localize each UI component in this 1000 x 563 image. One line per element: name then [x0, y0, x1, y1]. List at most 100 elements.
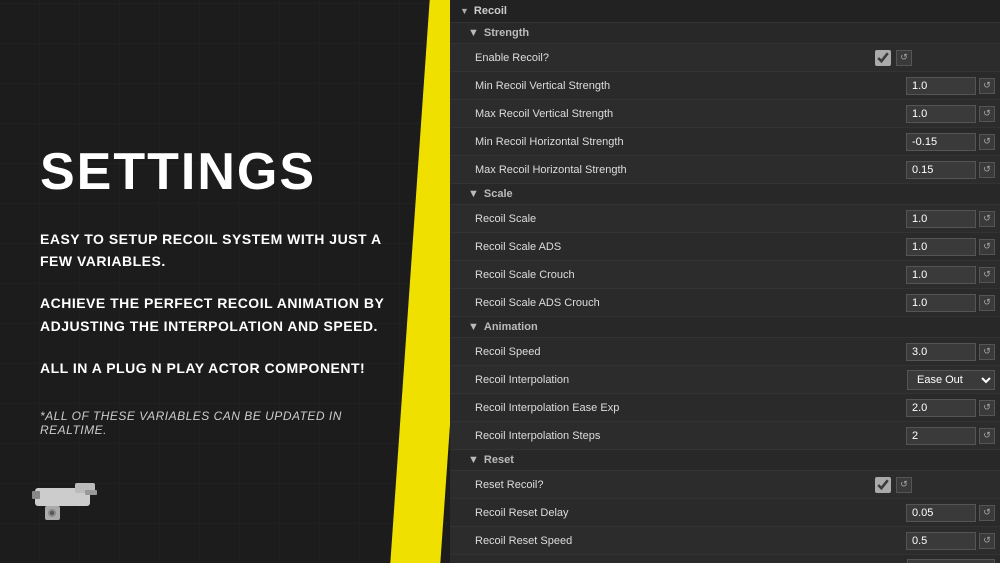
recoil-reset-speed-reset[interactable]: ↺ [979, 533, 995, 549]
max-recoil-vertical-label: Max Recoil Vertical Strength [450, 108, 870, 120]
recoil-reset-speed-input[interactable] [906, 532, 976, 550]
row-recoil-reset-speed: Recoil Reset Speed ↺ [450, 527, 1000, 555]
row-enable-recoil: Enable Recoil? ↺ [450, 44, 1000, 72]
recoil-reset-interpolation-value: Linear Ease In Ease Out Ease in Out [870, 559, 1000, 563]
description-2: ACHIEVE THE PERFECT RECOIL ANIMATION BY … [40, 292, 410, 337]
properties-panel: ▼ Recoil ▼ Strength Enable Recoil? ↺ Min… [450, 0, 1000, 563]
recoil-reset-delay-label: Recoil Reset Delay [450, 507, 870, 519]
row-max-recoil-vertical: Max Recoil Vertical Strength ↺ [450, 100, 1000, 128]
enable-recoil-reset[interactable]: ↺ [896, 50, 912, 66]
min-recoil-horizontal-value: ↺ [870, 133, 1000, 151]
recoil-interpolation-label: Recoil Interpolation [450, 374, 870, 386]
root-arrow-icon: ▼ [460, 6, 469, 16]
description-1: EASY TO SETUP RECOIL SYSTEM WITH JUST A … [40, 228, 410, 273]
row-reset-recoil: Reset Recoil? ↺ [450, 471, 1000, 499]
max-recoil-vertical-input[interactable] [906, 105, 976, 123]
enable-recoil-label: Enable Recoil? [450, 52, 870, 64]
right-panel: ▼ Recoil ▼ Strength Enable Recoil? ↺ Min… [450, 0, 1000, 563]
recoil-reset-speed-label: Recoil Reset Speed [450, 535, 870, 547]
row-recoil-interpolation: Recoil Interpolation Linear Ease In Ease… [450, 366, 1000, 394]
recoil-interpolation-ease-value: ↺ [870, 399, 1000, 417]
description-3: ALL IN A PLUG N PLAY ACTOR COMPONENT! [40, 357, 410, 379]
recoil-interpolation-value: Linear Ease In Ease Out Ease In Out [870, 370, 1000, 390]
subsection-reset[interactable]: ▼ Reset [450, 450, 1000, 471]
scale-arrow-icon: ▼ [468, 188, 479, 200]
recoil-interpolation-steps-label: Recoil Interpolation Steps [450, 430, 870, 442]
recoil-speed-input[interactable] [906, 343, 976, 361]
recoil-interpolation-steps-value: ↺ [870, 427, 1000, 445]
row-recoil-interpolation-steps: Recoil Interpolation Steps ↺ [450, 422, 1000, 450]
row-recoil-scale-ads-crouch: Recoil Scale ADS Crouch ↺ [450, 289, 1000, 317]
reset-recoil-checkbox[interactable] [875, 477, 891, 493]
settings-note: *ALL OF THESE VARIABLES CAN BE UPDATED I… [40, 409, 410, 437]
row-max-recoil-horizontal: Max Recoil Horizontal Strength ↺ [450, 156, 1000, 184]
row-min-recoil-vertical: Min Recoil Vertical Strength ↺ [450, 72, 1000, 100]
root-section-label: Recoil [474, 5, 507, 17]
recoil-scale-crouch-reset[interactable]: ↺ [979, 267, 995, 283]
left-content: SETTINGS EASY TO SETUP RECOIL SYSTEM WIT… [0, 0, 450, 563]
enable-recoil-checkbox[interactable] [875, 50, 891, 66]
recoil-scale-ads-reset[interactable]: ↺ [979, 239, 995, 255]
min-recoil-vertical-value: ↺ [870, 77, 1000, 95]
reset-label: Reset [484, 454, 514, 466]
row-recoil-scale: Recoil Scale ↺ [450, 205, 1000, 233]
min-recoil-vertical-reset[interactable]: ↺ [979, 78, 995, 94]
min-recoil-horizontal-label: Min Recoil Horizontal Strength [450, 136, 870, 148]
max-recoil-vertical-value: ↺ [870, 105, 1000, 123]
page-title: SETTINGS [40, 146, 410, 198]
recoil-scale-crouch-input[interactable] [906, 266, 976, 284]
recoil-scale-ads-crouch-input[interactable] [906, 294, 976, 312]
recoil-reset-delay-input[interactable] [906, 504, 976, 522]
min-recoil-horizontal-input[interactable] [906, 133, 976, 151]
row-recoil-interpolation-ease: Recoil Interpolation Ease Exp ↺ [450, 394, 1000, 422]
row-recoil-reset-delay: Recoil Reset Delay ↺ [450, 499, 1000, 527]
subsection-strength[interactable]: ▼ Strength [450, 23, 1000, 44]
recoil-scale-ads-label: Recoil Scale ADS [450, 241, 870, 253]
row-recoil-speed: Recoil Speed ↺ [450, 338, 1000, 366]
recoil-interpolation-ease-input[interactable] [906, 399, 976, 417]
row-min-recoil-horizontal: Min Recoil Horizontal Strength ↺ [450, 128, 1000, 156]
recoil-interpolation-select[interactable]: Linear Ease In Ease Out Ease In Out [907, 370, 995, 390]
recoil-interpolation-ease-reset[interactable]: ↺ [979, 400, 995, 416]
row-recoil-scale-ads: Recoil Scale ADS ↺ [450, 233, 1000, 261]
recoil-interpolation-steps-reset[interactable]: ↺ [979, 428, 995, 444]
reset-arrow-icon: ▼ [468, 454, 479, 466]
recoil-reset-interpolation-select[interactable]: Linear Ease In Ease Out Ease in Out [907, 559, 995, 563]
reset-recoil-reset[interactable]: ↺ [896, 477, 912, 493]
recoil-scale-ads-crouch-value: ↺ [870, 294, 1000, 312]
strength-arrow-icon: ▼ [468, 27, 479, 39]
recoil-scale-reset[interactable]: ↺ [979, 211, 995, 227]
max-recoil-horizontal-input[interactable] [906, 161, 976, 179]
subsection-scale[interactable]: ▼ Scale [450, 184, 1000, 205]
recoil-scale-ads-value: ↺ [870, 238, 1000, 256]
recoil-interpolation-ease-label: Recoil Interpolation Ease Exp [450, 402, 870, 414]
min-recoil-vertical-input[interactable] [906, 77, 976, 95]
recoil-scale-ads-input[interactable] [906, 238, 976, 256]
root-section-header[interactable]: ▼ Recoil [450, 0, 1000, 23]
recoil-speed-reset[interactable]: ↺ [979, 344, 995, 360]
recoil-speed-label: Recoil Speed [450, 346, 870, 358]
recoil-reset-delay-value: ↺ [870, 504, 1000, 522]
enable-recoil-value: ↺ [870, 50, 1000, 66]
animation-arrow-icon: ▼ [468, 321, 479, 333]
min-recoil-horizontal-reset[interactable]: ↺ [979, 134, 995, 150]
max-recoil-horizontal-value: ↺ [870, 161, 1000, 179]
max-recoil-vertical-reset[interactable]: ↺ [979, 106, 995, 122]
recoil-scale-crouch-value: ↺ [870, 266, 1000, 284]
recoil-scale-input[interactable] [906, 210, 976, 228]
row-recoil-reset-interpolation: Recoil Reset Interpolation Linear Ease I… [450, 555, 1000, 563]
max-recoil-horizontal-label: Max Recoil Horizontal Strength [450, 164, 870, 176]
reset-recoil-label: Reset Recoil? [450, 479, 870, 491]
animation-label: Animation [484, 321, 538, 333]
recoil-scale-ads-crouch-reset[interactable]: ↺ [979, 295, 995, 311]
subsection-animation[interactable]: ▼ Animation [450, 317, 1000, 338]
reset-recoil-value: ↺ [870, 477, 1000, 493]
recoil-scale-ads-crouch-label: Recoil Scale ADS Crouch [450, 297, 870, 309]
min-recoil-vertical-label: Min Recoil Vertical Strength [450, 80, 870, 92]
recoil-reset-delay-reset[interactable]: ↺ [979, 505, 995, 521]
max-recoil-horizontal-reset[interactable]: ↺ [979, 162, 995, 178]
left-panel: SETTINGS EASY TO SETUP RECOIL SYSTEM WIT… [0, 0, 450, 563]
row-recoil-scale-crouch: Recoil Scale Crouch ↺ [450, 261, 1000, 289]
recoil-interpolation-steps-input[interactable] [906, 427, 976, 445]
recoil-scale-crouch-label: Recoil Scale Crouch [450, 269, 870, 281]
